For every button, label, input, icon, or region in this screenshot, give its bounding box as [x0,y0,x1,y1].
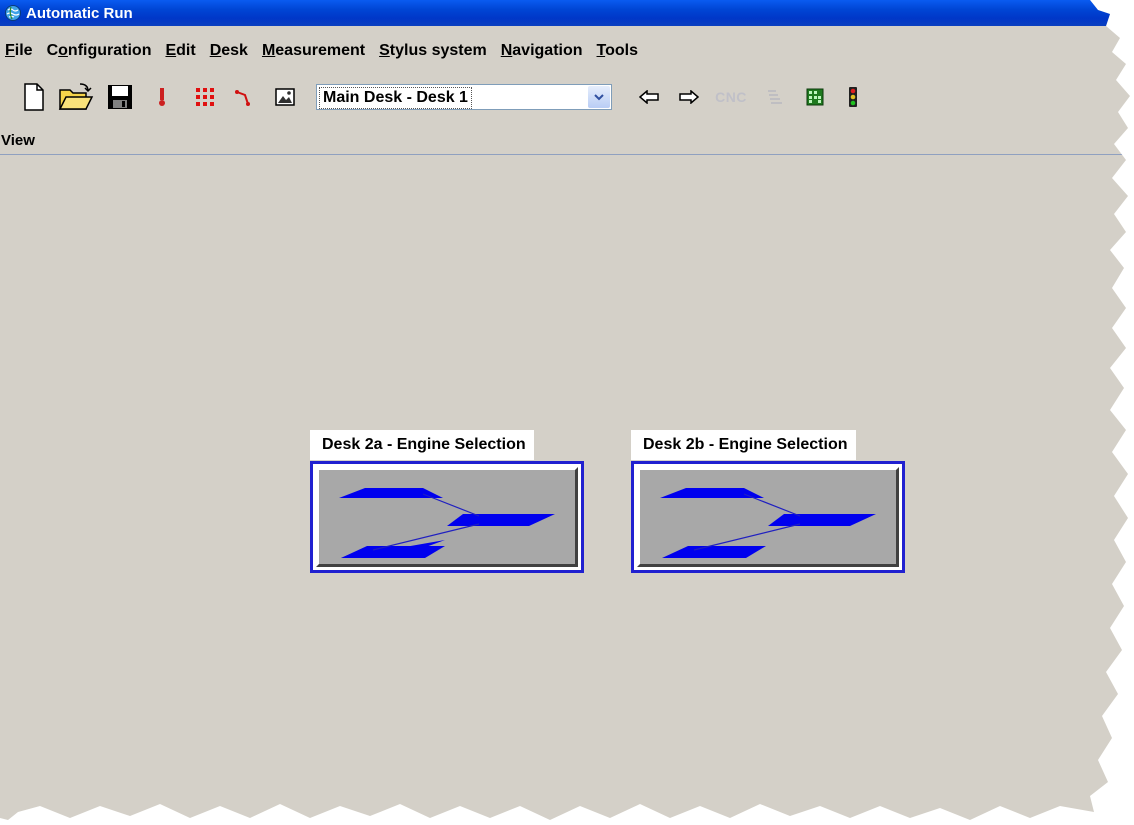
probe-button[interactable] [150,78,174,116]
desk-2b-frame[interactable] [631,461,905,573]
open-folder-icon [58,83,94,110]
desk-2a-frame[interactable] [310,461,584,573]
program-grid-icon [806,88,824,106]
menu-navigation[interactable]: Navigation [494,42,590,60]
desk-2b-button[interactable] [637,467,899,567]
chevron-down-icon [594,94,604,101]
window-title: Automatic Run [26,4,133,22]
desk-2b-label: Desk 2b - Engine Selection [631,430,856,460]
desk-select-value: Main Desk - Desk 1 [319,87,472,109]
floppy-disk-icon [108,85,132,109]
point-grid-button[interactable] [192,78,218,116]
cnc-label: CNC [715,89,747,105]
app-window: Automatic Run File Configuration Edit De… [0,0,1130,820]
toolbar: Main Desk - Desk 1 CNC [0,78,1130,118]
traffic-light-icon [849,87,857,107]
stylus-probe-icon [159,88,165,106]
new-file-button[interactable] [18,78,50,116]
point-grid-icon [196,88,214,106]
back-button[interactable] [636,78,662,116]
title-bar[interactable]: Automatic Run [0,0,1130,26]
view-label: View [1,132,35,149]
picture-icon [275,88,295,106]
desk-2b-card[interactable]: Desk 2b - Engine Selection [631,430,905,573]
path-segment-icon [235,90,250,106]
app-globe-icon [5,5,21,21]
view-bar: View [0,128,1130,155]
arrow-right-icon [679,90,699,104]
desk-select-dropdown-button[interactable] [588,86,610,108]
list-button[interactable] [762,78,788,116]
open-file-button[interactable] [56,78,96,116]
menu-edit[interactable]: Edit [158,42,202,60]
menu-measurement[interactable]: Measurement [255,42,372,60]
new-document-icon [24,83,44,111]
menu-desk[interactable]: Desk [203,42,255,60]
desk-2a-label: Desk 2a - Engine Selection [310,430,534,460]
menu-configuration[interactable]: Configuration [40,42,159,60]
menu-file[interactable]: File [0,42,40,60]
menu-stylus-system[interactable]: Stylus system [372,42,494,60]
menu-bar: File Configuration Edit Desk Measurement… [0,38,1130,64]
picture-button[interactable] [272,78,298,116]
program-button[interactable] [802,78,828,116]
desk-2a-card[interactable]: Desk 2a - Engine Selection [310,430,584,573]
arrow-left-icon [639,90,659,104]
desk-link-icon [339,488,555,558]
save-file-button[interactable] [104,78,136,116]
menu-tools[interactable]: Tools [590,42,645,60]
cnc-button[interactable]: CNC [710,78,752,116]
desk-2a-button[interactable] [316,467,578,567]
desk-link-icon [660,488,876,558]
status-light-button[interactable] [840,78,866,116]
path-button[interactable] [232,78,258,116]
forward-button[interactable] [676,78,702,116]
desk-select[interactable]: Main Desk - Desk 1 [316,84,612,110]
list-lines-icon [768,90,782,104]
